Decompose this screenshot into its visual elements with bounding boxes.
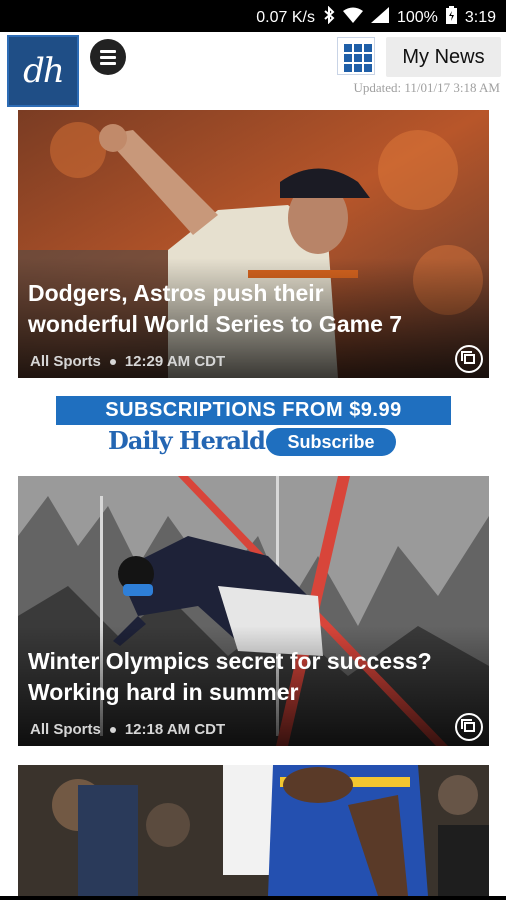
grid-icon-cell: [354, 54, 362, 62]
menu-icon-bar: [100, 55, 116, 59]
network-speed: 0.07 K/s: [256, 8, 315, 26]
subscription-ad[interactable]: SUBSCRIPTIONS FROM $9.99 Daily Herald Su…: [56, 396, 451, 458]
menu-button[interactable]: [90, 39, 126, 75]
gallery-icon-shape: [460, 351, 475, 364]
bluetooth-icon: [323, 5, 335, 29]
menu-icon-bar: [100, 49, 116, 53]
grid-icon-cell: [354, 64, 362, 72]
ad-brand: Daily Herald: [108, 426, 266, 455]
updated-timestamp: Updated: 11/01/17 3:18 AM: [353, 80, 501, 95]
headline-line: Dodgers, Astros push their: [28, 280, 324, 306]
clock: 3:19: [464, 8, 496, 26]
article-card[interactable]: [18, 765, 489, 896]
my-news-button[interactable]: My News: [386, 37, 501, 77]
bottom-edge: [0, 896, 506, 900]
article-meta: All Sports 12:18 AM CDT: [30, 721, 225, 738]
grid-view-button[interactable]: [337, 37, 375, 75]
grid-icon-cell: [364, 44, 372, 52]
status-bar-right: 0.07 K/s 100% 3:19: [256, 5, 496, 29]
article-photo-basketball: [18, 765, 489, 896]
subscribe-button[interactable]: Subscribe: [266, 428, 396, 456]
article-headline[interactable]: Dodgers, Astros push their wonderful Wor…: [28, 278, 479, 340]
grid-icon-cell: [364, 54, 372, 62]
grid-icon-cell: [344, 54, 352, 62]
logo-text: dh: [23, 51, 65, 91]
headline-line: wonderful World Series to Game 7: [28, 311, 403, 337]
article-card[interactable]: Winter Olympics secret for success? Work…: [18, 476, 489, 746]
separator-dot: [109, 726, 116, 733]
grid-icon-cell: [344, 44, 352, 52]
gallery-icon[interactable]: [455, 345, 483, 373]
grid-icon-cell: [344, 64, 352, 72]
battery-percent: 100%: [396, 8, 438, 26]
headline-line: Working hard in summer: [28, 679, 299, 705]
separator-dot: [109, 358, 116, 365]
app-header: dh My News Updated: 11/01/17 3:18 AM: [0, 32, 506, 108]
article-category: All Sports: [30, 721, 101, 738]
article-headline[interactable]: Winter Olympics secret for success? Work…: [28, 646, 479, 708]
wifi-icon: [342, 7, 363, 28]
battery-icon: [445, 6, 457, 29]
status-bar: 0.07 K/s 100% 3:19: [0, 0, 506, 32]
grid-icon-cell: [354, 44, 362, 52]
article-time: 12:18 AM CDT: [124, 721, 226, 738]
gallery-icon-shape: [460, 719, 475, 732]
article-time: 12:29 AM CDT: [124, 353, 226, 370]
menu-icon-bar: [100, 61, 116, 65]
ad-banner: SUBSCRIPTIONS FROM $9.99: [56, 396, 451, 425]
signal-icon: [370, 7, 389, 28]
headline-line: Winter Olympics secret for success?: [28, 648, 432, 674]
article-meta: All Sports 12:29 AM CDT: [30, 353, 225, 370]
gallery-icon[interactable]: [455, 713, 483, 741]
article-category: All Sports: [30, 353, 101, 370]
daily-herald-logo[interactable]: dh: [7, 35, 79, 107]
grid-icon-cell: [364, 64, 372, 72]
article-card[interactable]: Dodgers, Astros push their wonderful Wor…: [18, 110, 489, 378]
